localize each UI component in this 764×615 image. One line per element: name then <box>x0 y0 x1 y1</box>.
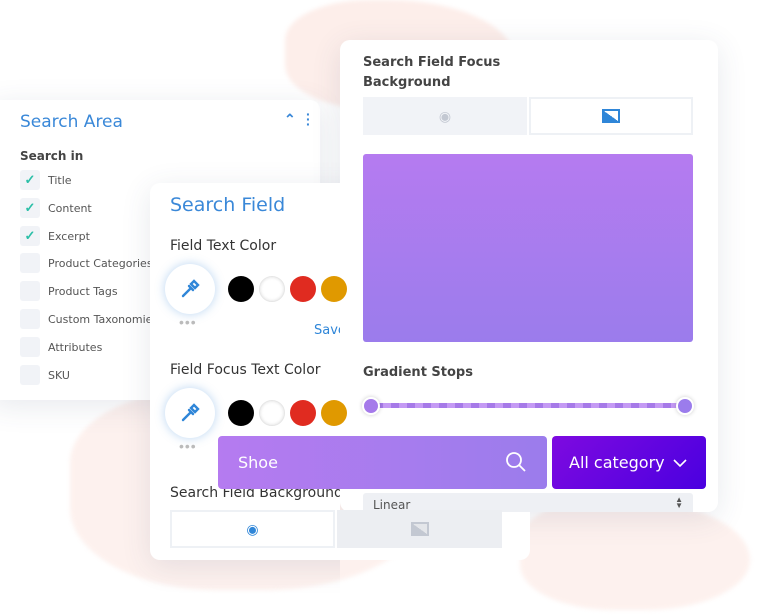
checkbox-7[interactable] <box>20 364 40 385</box>
color-swatch[interactable] <box>259 400 285 426</box>
gradient-icon <box>410 522 429 536</box>
checkbox-5[interactable] <box>20 309 40 329</box>
panel-title: Search Area <box>20 112 123 132</box>
gradient-stop-handle-end[interactable] <box>676 397 694 415</box>
gradient-stops-label: Gradient Stops <box>363 365 473 380</box>
gradient-preview <box>363 154 693 342</box>
tab-gradient[interactable] <box>529 97 693 135</box>
category-dropdown[interactable]: All category <box>552 436 706 489</box>
color-swatch[interactable] <box>228 400 254 426</box>
color-swatch[interactable] <box>228 276 254 302</box>
tab-gradient[interactable] <box>337 510 502 548</box>
checkbox-label: Excerpt <box>48 229 90 243</box>
color-swatch[interactable] <box>321 276 347 302</box>
checkbox-label: Attributes <box>48 340 103 354</box>
tab-solid-color[interactable]: ◉ <box>170 510 335 548</box>
color-picker-button[interactable] <box>165 264 215 314</box>
checkbox-3[interactable] <box>20 253 40 274</box>
more-options-icon[interactable]: · · · <box>306 107 311 131</box>
color-swatch[interactable] <box>321 400 347 426</box>
checkbox-0[interactable]: ✓ <box>20 170 40 190</box>
color-swatch[interactable] <box>259 276 285 302</box>
gradient-stop-handle-start[interactable] <box>362 397 380 415</box>
checkbox-label: Content <box>48 201 92 215</box>
color-picker-button[interactable] <box>165 388 215 438</box>
panel-title: Search Field <box>170 194 286 216</box>
search-input[interactable]: Shoe <box>218 436 547 489</box>
gradient-stops-track <box>375 403 685 408</box>
eyedropper-icon <box>181 279 200 298</box>
checkbox-1[interactable]: ✓ <box>20 197 40 218</box>
checkbox-4[interactable] <box>20 281 40 302</box>
search-input-value: Shoe <box>238 453 278 472</box>
checkbox-label: Product Categories <box>48 257 153 271</box>
gradient-icon <box>602 109 620 123</box>
collapse-chevron-icon[interactable]: ⌃ <box>284 111 296 128</box>
paint-bucket-icon: ◉ <box>438 107 452 124</box>
eyedropper-icon <box>181 403 200 422</box>
more-colors-icon[interactable]: ••• <box>179 314 197 330</box>
checkbox-label: Product Tags <box>48 285 118 299</box>
search-in-label: Search in <box>20 149 84 163</box>
focus-background-title: Search Field Focus Background <box>363 55 501 90</box>
color-swatch[interactable] <box>290 276 316 302</box>
paint-bucket-icon: ◉ <box>246 520 259 537</box>
field-focus-text-color-label: Field Focus Text Color <box>170 362 321 378</box>
field-text-color-label: Field Text Color <box>170 238 277 254</box>
search-icon[interactable] <box>505 451 527 473</box>
checkbox-2[interactable]: ✓ <box>20 225 40 246</box>
color-swatch[interactable] <box>290 400 316 426</box>
tab-solid-color[interactable]: ◉ <box>363 97 527 135</box>
checkbox-label: SKU <box>48 368 70 382</box>
chevron-down-icon <box>673 459 687 468</box>
checkbox-label: Title <box>48 174 72 187</box>
checkbox-label: Custom Taxonomies <box>48 313 159 326</box>
checkbox-6[interactable] <box>20 336 40 357</box>
more-colors-icon[interactable]: ••• <box>179 438 197 454</box>
background-splash <box>520 500 750 610</box>
category-label: All category <box>569 453 665 472</box>
select-arrows-icon: ▲ ▼ <box>675 495 683 510</box>
